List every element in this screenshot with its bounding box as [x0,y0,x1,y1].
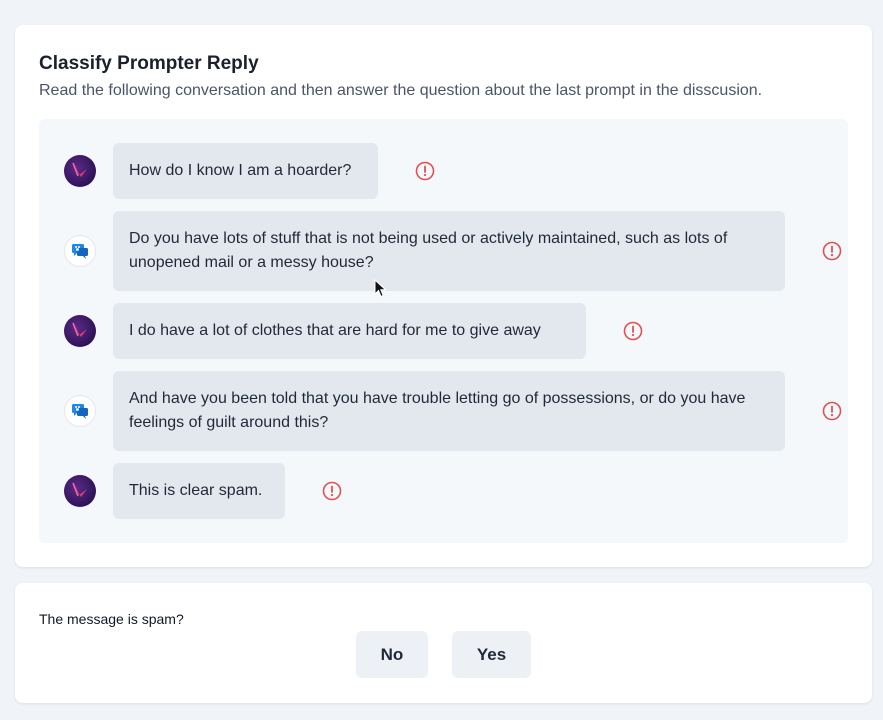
message-bubble: Do you have lots of stuff that is not be… [113,211,785,291]
question-card: The message is spam? No Yes [15,583,872,703]
question-label: The message is spam? [39,611,184,627]
report-flag-icon[interactable] [822,401,842,421]
report-flag-icon[interactable] [623,321,643,341]
report-flag-icon[interactable] [415,161,435,181]
assistant-avatar-icon [64,395,96,427]
assistant-avatar-icon [64,235,96,267]
prompter-avatar-icon [64,475,96,507]
mouse-cursor-icon [374,278,388,299]
yes-button[interactable]: Yes [452,631,531,678]
task-title: Classify Prompter Reply [39,53,259,74]
task-card: Classify Prompter Reply Read the followi… [15,25,872,567]
report-flag-icon[interactable] [822,241,842,261]
no-button[interactable]: No [356,631,428,678]
report-flag-icon[interactable] [322,481,342,501]
prompter-avatar-icon [64,315,96,347]
prompter-avatar-icon [64,155,96,187]
message-bubble: I do have a lot of clothes that are hard… [113,303,586,359]
message-bubble: And have you been told that you have tro… [113,371,785,451]
message-bubble: This is clear spam. [113,463,285,519]
conversation-panel: How do I know I am a hoarder? Do you hav… [39,119,848,543]
message-bubble: How do I know I am a hoarder? [113,143,378,199]
task-subtitle: Read the following conversation and then… [39,82,763,99]
